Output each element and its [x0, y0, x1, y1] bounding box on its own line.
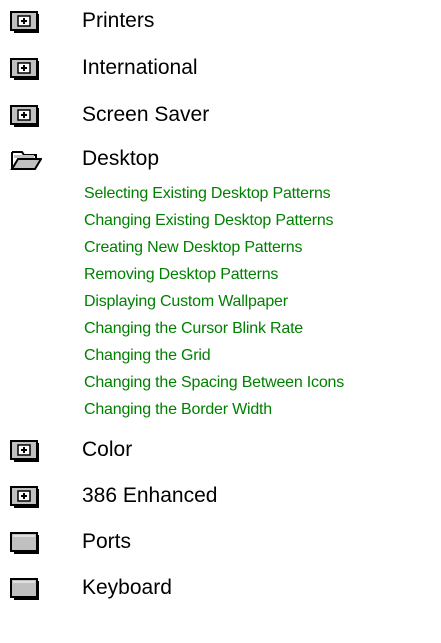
tree-node-label: Printers — [82, 9, 155, 32]
topic-link-removing-desktop-patterns[interactable]: Removing Desktop Patterns — [84, 264, 278, 291]
tree-node-screen-saver[interactable]: Screen Saver — [0, 100, 441, 136]
topic-link-changing-grid[interactable]: Changing the Grid — [84, 345, 211, 372]
tree-node-printers[interactable]: Printers — [0, 6, 441, 42]
topic-link-changing-border-width[interactable]: Changing the Border Width — [84, 399, 272, 426]
topic-link-creating-new-desktop-patterns[interactable]: Creating New Desktop Patterns — [84, 237, 303, 264]
topic-link-changing-cursor-blink-rate[interactable]: Changing the Cursor Blink Rate — [84, 318, 303, 345]
closed-book-plus-icon — [10, 485, 40, 509]
tree-node-label: Keyboard — [82, 576, 172, 599]
help-contents-tree: Printers International Screen Saver Desk… — [0, 0, 441, 643]
tree-node-label: Screen Saver — [82, 103, 210, 126]
closed-book-plus-icon — [10, 104, 40, 128]
closed-book-plus-icon — [10, 10, 40, 34]
topic-link-displaying-custom-wallpaper[interactable]: Displaying Custom Wallpaper — [84, 291, 288, 318]
closed-book-icon — [10, 577, 40, 601]
tree-node-label: International — [82, 56, 198, 79]
tree-node-international[interactable]: International — [0, 53, 441, 89]
tree-node-keyboard[interactable]: Keyboard — [0, 573, 441, 609]
tree-node-label: Ports — [82, 530, 132, 553]
tree-node-label: Desktop — [82, 147, 160, 170]
tree-node-ports[interactable]: Ports — [0, 527, 441, 563]
tree-node-label: Color — [82, 438, 133, 461]
closed-book-plus-icon — [10, 57, 40, 81]
topic-link-selecting-existing-desktop-patterns[interactable]: Selecting Existing Desktop Patterns — [84, 183, 331, 210]
tree-node-color[interactable]: Color — [0, 435, 441, 471]
closed-book-plus-icon — [10, 439, 40, 463]
open-book-icon — [10, 148, 43, 172]
closed-book-icon — [10, 531, 40, 555]
topic-link-changing-existing-desktop-patterns[interactable]: Changing Existing Desktop Patterns — [84, 210, 334, 237]
tree-node-386-enhanced[interactable]: 386 Enhanced — [0, 481, 441, 517]
tree-node-desktop[interactable]: Desktop — [0, 144, 441, 180]
topic-link-changing-spacing-between-icons[interactable]: Changing the Spacing Between Icons — [84, 372, 344, 399]
tree-node-label: 386 Enhanced — [82, 484, 218, 507]
